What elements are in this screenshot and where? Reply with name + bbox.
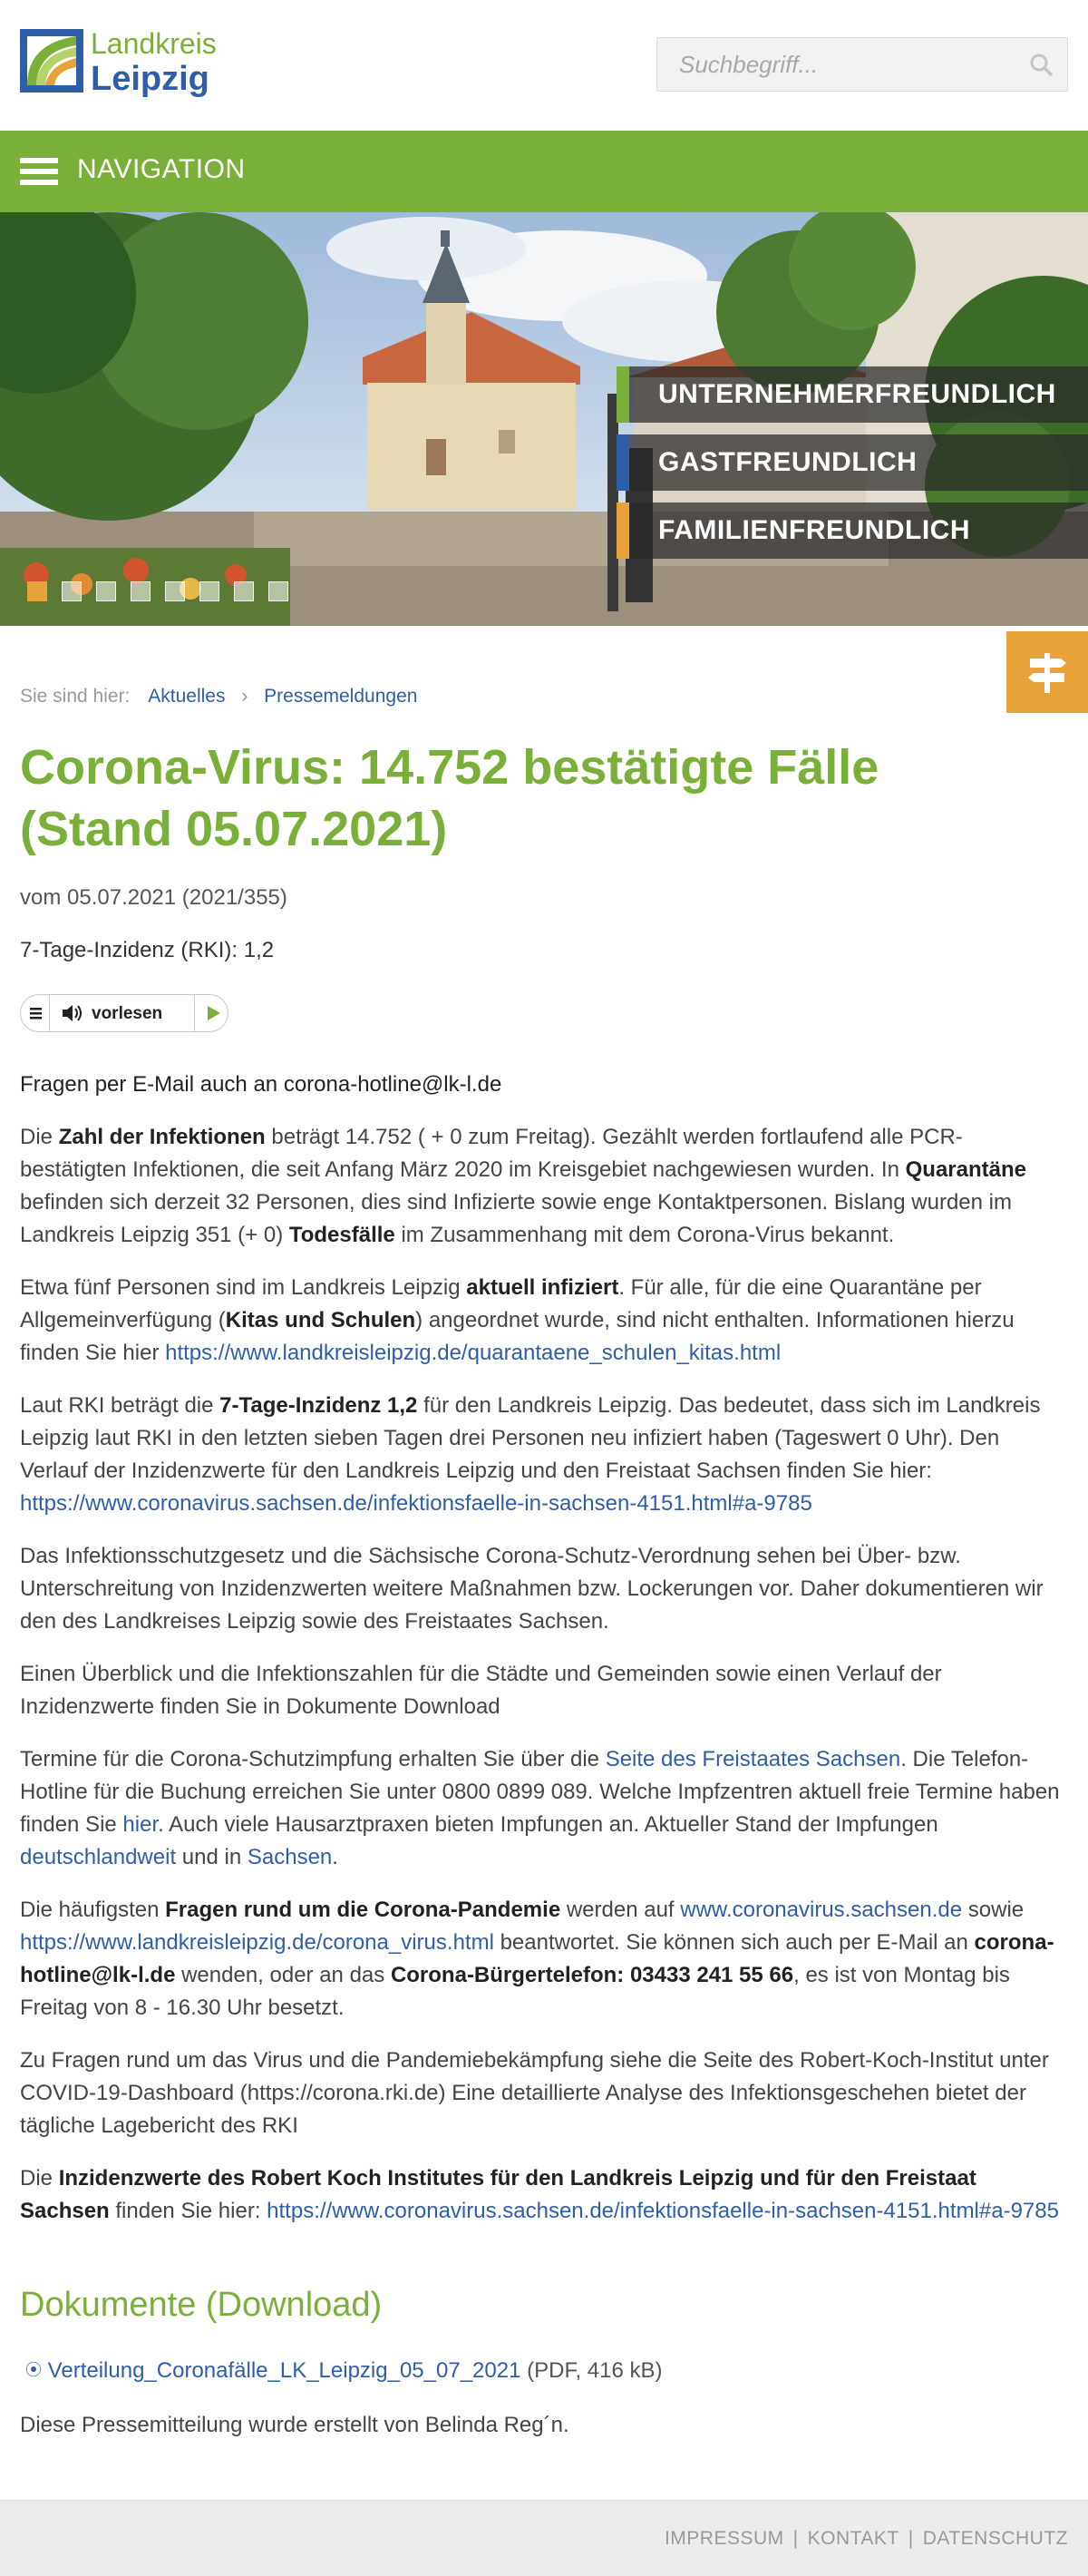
read-aloud-button[interactable]: vorlesen — [52, 995, 195, 1031]
slider-dot-2[interactable] — [62, 581, 82, 601]
document-link[interactable]: Verteilung_Coronafälle_LK_Leipzig_05_07_… — [48, 2358, 521, 2383]
paragraph-infektionsschutz: Das Infektionsschutzgesetz und die Sächs… — [20, 1544, 1044, 1634]
footer-link-datenschutz[interactable]: DATENSCHUTZ — [923, 2528, 1068, 2549]
footer-separator: | — [908, 2528, 914, 2549]
slogan-gastfreundlich: GASTFREUNDLICH — [617, 434, 1088, 491]
slider-dot-8[interactable] — [268, 581, 288, 601]
link-deutschlandweit[interactable]: deutschlandweit — [20, 1845, 176, 1869]
search-input[interactable] — [657, 38, 1020, 91]
paragraph-faq: Die häufigsten Fragen rund um die Corona… — [20, 1898, 1054, 2020]
logo-text-landkreis: Landkreis — [91, 27, 217, 60]
link-seite-freistaat[interactable]: Seite des Freistaates Sachsen — [606, 1747, 901, 1771]
read-aloud-widget: vorlesen — [20, 994, 228, 1032]
site-footer: IMPRESSUM | KONTAKT | DATENSCHUTZ — [0, 2500, 1088, 2576]
slider-dot-1[interactable] — [27, 581, 47, 601]
search-box — [656, 37, 1068, 92]
paragraph-rki-dashboard: Zu Fragen rund um das Virus und die Pand… — [20, 2048, 1049, 2138]
signpost-icon — [1028, 653, 1066, 693]
link-quarantaene-schulen[interactable]: https://www.landkreisleipzig.de/quaranta… — [165, 1341, 781, 1365]
paragraph-currently-infected: Etwa fünf Personen sind im Landkreis Lei… — [20, 1275, 1015, 1365]
document-download: ⦿ Verteilung_Coronafälle_LK_Leipzig_05_0… — [25, 2358, 662, 2384]
hero-slider: UNTERNEHMERFREUNDLICH GASTFREUNDLICH FAM… — [0, 212, 1088, 626]
contact-line: Fragen per E-Mail auch an corona-hotline… — [20, 1072, 502, 1097]
link-landkreis-corona-virus[interactable]: https://www.landkreisleipzig.de/corona_v… — [20, 1930, 494, 1955]
slogan-color-bar — [617, 503, 629, 559]
logo[interactable]: Landkreis Leipzig — [20, 25, 217, 103]
slogan-unternehmerfreundlich: UNTERNEHMERFREUNDLICH — [617, 366, 1088, 423]
breadcrumb-link-pressemeldungen[interactable]: Pressemeldungen — [264, 686, 417, 707]
slider-dot-5[interactable] — [165, 581, 185, 601]
hamburger-menu-icon — [20, 158, 58, 185]
signpost-button[interactable] — [1006, 631, 1088, 713]
search-icon[interactable] — [1029, 53, 1054, 78]
paragraph-infections: Die Zahl der Infektionen beträgt 14.752 … — [20, 1125, 1026, 1247]
download-icon: ⦿ — [25, 2361, 42, 2379]
document-info: (PDF, 416 kB) — [520, 2358, 663, 2383]
slogan-familienfreundlich: FAMILIENFREUNDLICH — [617, 503, 1088, 559]
read-aloud-label: vorlesen — [92, 1004, 163, 1023]
footer-link-impressum[interactable]: IMPRESSUM — [665, 2528, 784, 2549]
paragraph-rki-incidence: Laut RKI beträgt die 7-Tage-Inzidenz 1,2… — [20, 1393, 1041, 1516]
link-infektionsfaelle-sachsen[interactable]: https://www.coronavirus.sachsen.de/infek… — [20, 1491, 812, 1516]
navigation-label: NAVIGATION — [77, 154, 246, 184]
menu-icon — [30, 1008, 42, 1020]
breadcrumb-link-aktuelles[interactable]: Aktuelles — [148, 686, 225, 707]
slogan-text: UNTERNEHMERFREUNDLICH — [658, 379, 1056, 409]
logo-mark-icon — [20, 29, 83, 93]
link-hier[interactable]: hier — [122, 1812, 158, 1837]
play-icon — [208, 1006, 220, 1020]
paragraph-overview: Einen Überblick und die Infektionszahlen… — [20, 1662, 942, 1719]
footer-link-kontakt[interactable]: KONTAKT — [808, 2528, 899, 2549]
author-note: Diese Pressemitteilung wurde erstellt vo… — [20, 2413, 569, 2437]
paragraph-vaccination: Termine für die Corona-Schutzimpfung erh… — [20, 1747, 1060, 1869]
slider-dot-7[interactable] — [234, 581, 254, 601]
slider-dot-6[interactable] — [199, 581, 219, 601]
slogan-text: GASTFREUNDLICH — [658, 447, 918, 477]
footer-separator: | — [792, 2528, 799, 2549]
footer-links: IMPRESSUM | KONTAKT | DATENSCHUTZ — [665, 2528, 1068, 2550]
slogan-text: FAMILIENFREUNDLICH — [658, 515, 970, 545]
slider-dot-4[interactable] — [131, 581, 151, 601]
chevron-right-icon: › — [241, 686, 248, 707]
link-infektionsfaelle-sachsen-2[interactable]: https://www.coronavirus.sachsen.de/infek… — [267, 2199, 1059, 2223]
breadcrumb: Sie sind hier: Aktuelles › Pressemeldung… — [20, 686, 417, 707]
slogan-color-bar — [617, 366, 629, 423]
read-aloud-menu-button[interactable] — [21, 995, 50, 1031]
breadcrumb-prefix: Sie sind hier: — [20, 686, 131, 707]
site-header: Landkreis Leipzig — [0, 0, 1088, 131]
slider-dot-3[interactable] — [96, 581, 116, 601]
link-sachsen[interactable]: Sachsen — [248, 1845, 332, 1869]
speaker-icon — [63, 1005, 82, 1021]
paragraph-rki-incidence-values: Die Inzidenzwerte des Robert Koch Instit… — [20, 2166, 1059, 2223]
slogan-color-bar — [617, 434, 629, 491]
article-date: vom 05.07.2021 (2021/355) — [20, 885, 287, 910]
page-title: Corona-Virus: 14.752 bestätigte Fälle (S… — [20, 740, 879, 856]
documents-heading: Dokumente (Download) — [20, 2286, 383, 2324]
navigation-toggle[interactable]: NAVIGATION — [0, 131, 1088, 212]
incidence-summary: 7-Tage-Inzidenz (RKI): 1,2 — [20, 938, 275, 962]
play-button[interactable] — [197, 995, 228, 1031]
link-coronavirus-sachsen[interactable]: www.coronavirus.sachsen.de — [680, 1898, 962, 1922]
slogan-list: UNTERNEHMERFREUNDLICH GASTFREUNDLICH FAM… — [617, 366, 1088, 571]
logo-text-leipzig: Leipzig — [91, 60, 209, 98]
